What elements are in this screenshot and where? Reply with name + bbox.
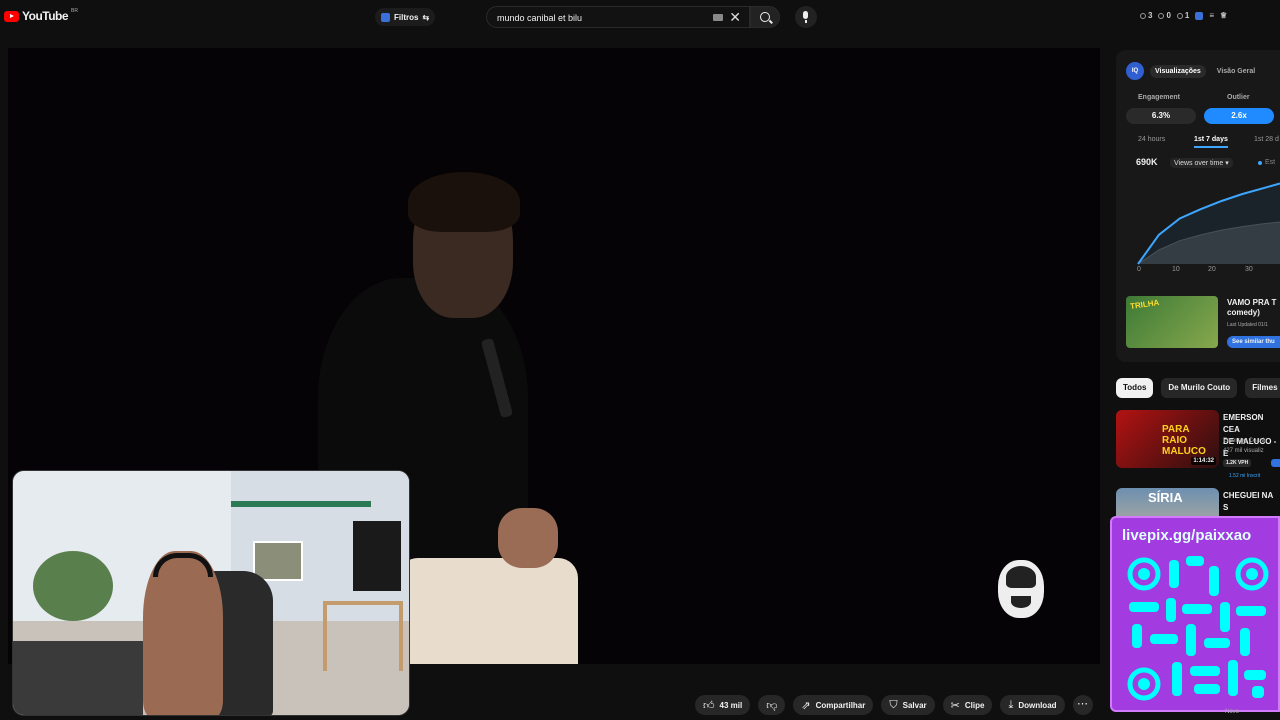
trophy-icon[interactable]: ♕ [1220,11,1227,20]
outlier-value: 2.6x [1204,108,1274,124]
tab-views[interactable]: Visualizações [1150,64,1206,78]
save-button[interactable]: ⛉ Salvar [881,695,935,715]
share-label: Compartilhar [815,700,866,710]
legend-label: Est [1265,159,1276,166]
save-label: Salvar [902,700,927,710]
thumbnail-text: PARA RAIO MALUCO [1162,424,1206,457]
range-28days[interactable]: 1st 28 d [1254,136,1279,143]
range-7days[interactable]: 1st 7 days [1194,136,1228,148]
like-count: 43 mil [719,700,743,710]
similar-updated: Last Updated 01/1 [1227,322,1268,328]
share-icon: ⇗ [801,699,811,712]
outlier-label: Outlier [1227,94,1250,101]
vph-badge: 1.2K VPH [1223,459,1252,467]
more-actions-button[interactable]: ⋯ [1072,695,1093,715]
tab-overview[interactable]: Visão Geral [1212,65,1260,78]
counter-value: 0 [1166,11,1171,20]
webcam-overlay [12,470,410,716]
analytics-panel: IQ Visualizações Visão Geral Engagement … [1116,50,1280,362]
download-button[interactable]: ⤓ Download [1000,695,1065,715]
views-dropdown[interactable]: Views over time ▾ [1170,158,1233,168]
download-icon: ⤓ [1008,698,1014,711]
filter-chips: Todos De Murilo Couto Filmes d [1116,378,1280,398]
more-icon: ⋯ [1077,698,1089,710]
counter-bell[interactable]: 1 [1176,11,1190,20]
extension-icon[interactable] [1195,11,1204,20]
thumbs-down-icon: 👎︎ [766,699,778,712]
video-actions: 👍︎ 43 mil 👎︎ ⇗ Compartilhar ⛉ Salvar ✂ C… [695,695,1093,715]
youtube-logo[interactable]: YouTube BR [4,8,78,23]
filters-label: Filtros [394,12,419,22]
list-icon[interactable]: ≡ [1209,11,1214,20]
thumbnail-text: SÍRIA [1148,490,1183,505]
views-over-time-chart [1137,182,1280,265]
sliders-icon: ⇆ [422,12,430,22]
thumbnail-tag: TRILHA [1129,298,1160,311]
download-label: Download [1018,700,1057,710]
counter-eye[interactable]: 0 [1158,11,1171,20]
clip-label: Clipe [964,700,985,710]
search-box: ✕ [486,6,750,28]
similar-thumbnail-card[interactable]: TRILHA VAMO PRA T comedy) Last Updated 0… [1126,296,1280,352]
video-duration: 1:14:32 [1191,457,1216,465]
subscriber-count: 1.52 mi Inscrit [1229,473,1261,479]
video-thumbnail: PARA RAIO MALUCO 1:14:32 [1116,410,1219,468]
counter-clock[interactable]: 3 [1140,11,1152,20]
youtube-watch-page: YouTube BR Filtros ⇆ ✕ 3 0 1 ≡ ♕ [0,0,1280,720]
youtube-play-icon [4,10,19,22]
views-total: 690K [1136,157,1158,167]
bookmark-icon: ⛉ [889,698,898,711]
counter-value: 1 [1184,11,1190,20]
extension-icon [381,12,390,22]
chip-movies[interactable]: Filmes d [1245,378,1280,398]
voice-search-button[interactable] [795,6,817,28]
similar-thumbnail: TRILHA [1126,296,1218,348]
analytics-header: IQ Visualizações Visão Geral [1126,62,1260,80]
chart-legend: Est [1258,159,1275,166]
clip-button[interactable]: ✂ Clipe [942,695,993,715]
clock-icon [1140,12,1146,19]
views-area [1138,183,1280,264]
thumbs-up-icon: 👍︎ [703,699,715,712]
like-button[interactable]: 👍︎ 43 mil [695,695,751,715]
similar-title: VAMO PRA T comedy) [1227,298,1277,317]
keyboard-icon[interactable] [713,14,723,21]
counter-value: 3 [1148,11,1153,20]
x-tick: 30 [1245,266,1253,273]
eye-icon [1158,12,1165,19]
scissors-icon: ✂ [950,699,960,712]
qr-code-icon [1127,556,1269,701]
engagement-value: 6.3% [1126,108,1196,124]
outlier-badge [1271,459,1280,467]
range-24h[interactable]: 24 hours [1138,136,1165,143]
channel-name[interactable]: Emerson Ceará [1223,438,1265,444]
engagement-label: Engagement [1138,94,1181,101]
chip-all[interactable]: Todos [1116,378,1154,398]
view-count: 427 mil visualiz [1223,448,1264,454]
legend-swatch [1258,160,1262,165]
top-bar: YouTube BR Filtros ⇆ ✕ 3 0 1 ≡ ♕ [0,0,1280,36]
dislike-button[interactable]: 👎︎ [758,695,786,715]
country-code: BR [71,8,78,14]
x-tick: 20 [1208,266,1216,273]
see-similar-button[interactable]: See similar thu [1227,336,1280,348]
livepix-overlay: livepix.gg/paixxao [1110,516,1280,712]
share-button[interactable]: ⇗ Compartilhar [793,695,874,715]
chip-channel[interactable]: De Murilo Couto [1161,378,1238,398]
channel-watermark-icon[interactable] [998,560,1044,618]
brand-text: YouTube [22,9,69,23]
bell-icon [1176,12,1183,19]
extension-counters: 3 0 1 ≡ ♕ [1140,11,1227,20]
filters-button[interactable]: Filtros ⇆ [375,8,436,26]
new-label: Novo [1225,709,1240,715]
livepix-url: livepix.gg/paixxao [1122,527,1252,544]
x-tick: 10 [1172,266,1180,273]
clear-search-icon[interactable]: ✕ [729,9,741,26]
x-tick: 0 [1137,266,1141,273]
search-input[interactable] [497,10,707,26]
analytics-logo-icon: IQ [1126,62,1144,80]
recommended-video[interactable]: PARA RAIO MALUCO 1:14:32 EMERSON CEA DE … [1116,410,1280,486]
search-button[interactable] [750,6,780,28]
